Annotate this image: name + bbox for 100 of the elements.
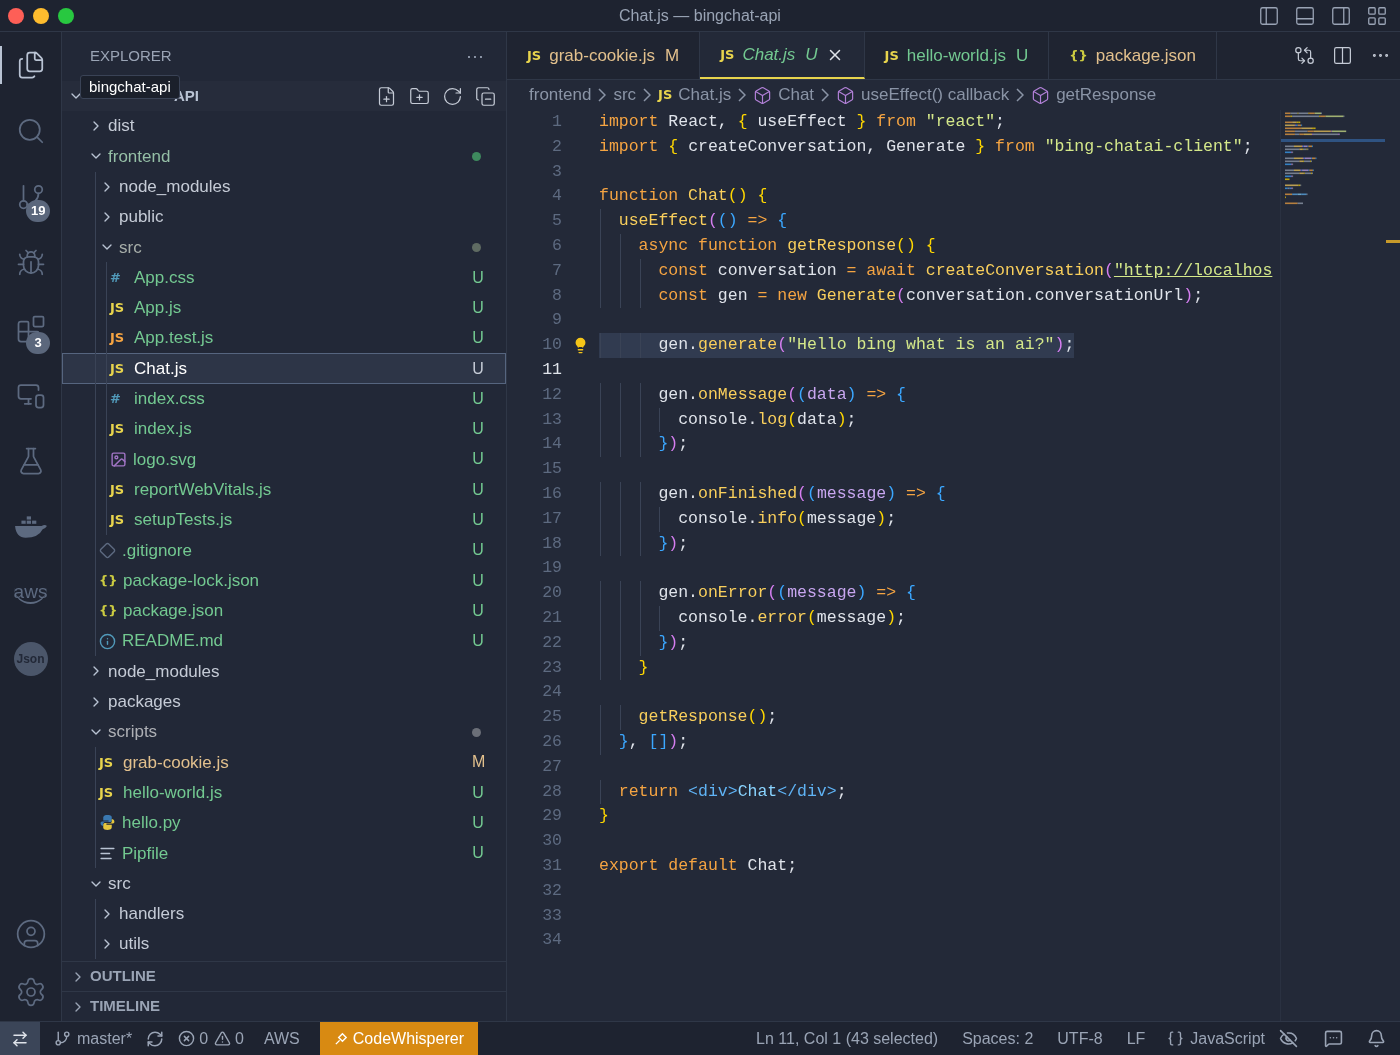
- breadcrumb-item[interactable]: getResponse: [1056, 82, 1157, 108]
- notifications-icon[interactable]: [1367, 1029, 1386, 1048]
- line-number: 32: [541, 879, 562, 902]
- line-number: 20: [541, 582, 562, 605]
- file-item[interactable]: # App.css U: [62, 262, 506, 293]
- editor-tab[interactable]: JS Chat.js U: [700, 32, 865, 79]
- folder-name: dist: [108, 115, 136, 138]
- panel-title: TIMELINE: [90, 996, 160, 1017]
- file-item[interactable]: README.md U: [62, 626, 506, 657]
- file-name: index.js: [134, 418, 193, 441]
- toggle-panel-icon[interactable]: [1294, 4, 1316, 27]
- breadcrumb-item[interactable]: useEffect() callback: [861, 82, 1010, 108]
- layout-icon[interactable]: [1366, 4, 1388, 27]
- warning-icon: [214, 1030, 232, 1047]
- file-type-icon: JS: [110, 479, 128, 500]
- git-status: U: [472, 782, 484, 803]
- file-item[interactable]: logo.svg U: [62, 444, 506, 475]
- branch-icon: [54, 1030, 71, 1047]
- more-actions[interactable]: ···: [466, 43, 484, 70]
- split-editor-icon[interactable]: [1332, 45, 1353, 66]
- line-number: 31: [541, 854, 562, 877]
- toggle-sidebar-icon[interactable]: [1258, 4, 1280, 27]
- file-item[interactable]: JS setupTests.js U: [62, 504, 506, 536]
- file-item[interactable]: JS App.js U: [62, 292, 506, 324]
- aws-status[interactable]: AWS: [243, 1026, 320, 1051]
- file-item[interactable]: JS App.test.js U: [62, 323, 506, 354]
- cursor-position[interactable]: Ln 11, Col 1 (43 selected): [744, 1026, 951, 1051]
- file-item[interactable]: JS index.js U: [62, 413, 506, 445]
- remote-button[interactable]: [0, 1022, 40, 1055]
- folder-item[interactable]: node_modules: [62, 656, 506, 687]
- breadcrumb-item[interactable]: Chat.js: [678, 82, 732, 108]
- refresh-icon[interactable]: [442, 85, 463, 107]
- eye-off-icon[interactable]: [1279, 1029, 1298, 1048]
- folder-item[interactable]: public: [62, 201, 506, 233]
- file-item[interactable]: JS grab-cookie.js M: [62, 747, 506, 778]
- line-number: 9: [551, 309, 562, 332]
- folder-item[interactable]: src: [62, 232, 506, 263]
- folder-item[interactable]: utils: [62, 929, 506, 960]
- new-file-icon[interactable]: [376, 85, 397, 107]
- editor-tab[interactable]: JS hello-world.js U: [864, 32, 1050, 79]
- folder-item[interactable]: node_modules: [62, 171, 506, 202]
- branch-name[interactable]: master*: [77, 1026, 133, 1051]
- file-type-icon: JS: [110, 419, 128, 439]
- folder-item[interactable]: src: [62, 868, 506, 899]
- minimize-window-button[interactable]: [33, 7, 49, 24]
- collapse-all-icon[interactable]: [475, 85, 496, 107]
- file-item[interactable]: JS Chat.js U: [62, 353, 506, 384]
- code-line: }: [599, 805, 609, 828]
- file-item[interactable]: # index.css U: [62, 383, 506, 414]
- breadcrumb-item[interactable]: Chat: [778, 82, 815, 108]
- breadcrumb-item[interactable]: src: [613, 82, 637, 108]
- file-item[interactable]: JS reportWebVitals.js U: [62, 474, 506, 505]
- compare-icon[interactable]: [1293, 45, 1315, 66]
- file-item[interactable]: JS hello-world.js U: [62, 777, 506, 808]
- chevron-right-icon: [598, 88, 607, 102]
- line-ending-status[interactable]: LF: [1114, 1026, 1158, 1051]
- code-line: gen.onMessage((data) => {: [657, 383, 906, 406]
- whale-icon[interactable]: [13, 515, 48, 539]
- encoding-status[interactable]: UTF-8: [1045, 1026, 1115, 1051]
- file-item[interactable]: .gitignore U: [62, 535, 506, 566]
- feedback-icon[interactable]: [1324, 1029, 1343, 1048]
- file-type-icon: {}: [99, 601, 117, 621]
- sync-icon[interactable]: [146, 1029, 165, 1048]
- tab-label: Chat.js: [742, 43, 796, 66]
- file-item[interactable]: {} package-lock.json U: [62, 565, 506, 596]
- line-number: 5: [551, 210, 562, 233]
- new-folder-icon[interactable]: [409, 85, 430, 107]
- line-number: 21: [541, 606, 562, 629]
- language-mode[interactable]: JavaScript: [1190, 1026, 1265, 1051]
- folder-item[interactable]: frontend: [62, 141, 506, 172]
- warning-count[interactable]: 0: [235, 1026, 244, 1051]
- git-status: U: [472, 600, 484, 621]
- file-name: index.css: [134, 388, 206, 411]
- indentation-status[interactable]: Spaces: 2: [950, 1026, 1046, 1051]
- cube-icon: [1031, 85, 1051, 105]
- code-line: });: [657, 532, 689, 555]
- plug-icon: [333, 1031, 349, 1046]
- file-item[interactable]: hello.py U: [62, 807, 506, 839]
- file-type-icon: #: [110, 389, 128, 409]
- folder-name: src: [119, 236, 143, 259]
- error-count[interactable]: 0: [199, 1026, 209, 1051]
- folder-item[interactable]: dist: [62, 111, 506, 142]
- folder-item[interactable]: handlers: [62, 898, 506, 929]
- zoom-window-button[interactable]: [58, 7, 74, 24]
- close-window-button[interactable]: [8, 7, 24, 24]
- editor-tab[interactable]: {} package.json: [1049, 32, 1217, 79]
- file-type-icon: JS: [99, 782, 117, 803]
- file-item[interactable]: {} package.json U: [62, 595, 506, 627]
- bug-icon[interactable]: [15, 248, 46, 278]
- folder-name: frontend: [108, 145, 172, 168]
- panel-header[interactable]: OUTLINE: [62, 961, 506, 991]
- breadcrumb-item[interactable]: frontend: [529, 82, 592, 108]
- account-icon[interactable]: [14, 918, 47, 950]
- file-item[interactable]: Pipfile U: [62, 838, 506, 869]
- folder-item[interactable]: packages: [62, 686, 506, 717]
- file-name: hello-world.js: [123, 781, 224, 804]
- file-type-icon: JS: [110, 298, 128, 318]
- toggle-secondary-sidebar-icon[interactable]: [1330, 4, 1352, 27]
- line-number: 4: [551, 185, 562, 208]
- folder-item[interactable]: scripts: [62, 716, 506, 748]
